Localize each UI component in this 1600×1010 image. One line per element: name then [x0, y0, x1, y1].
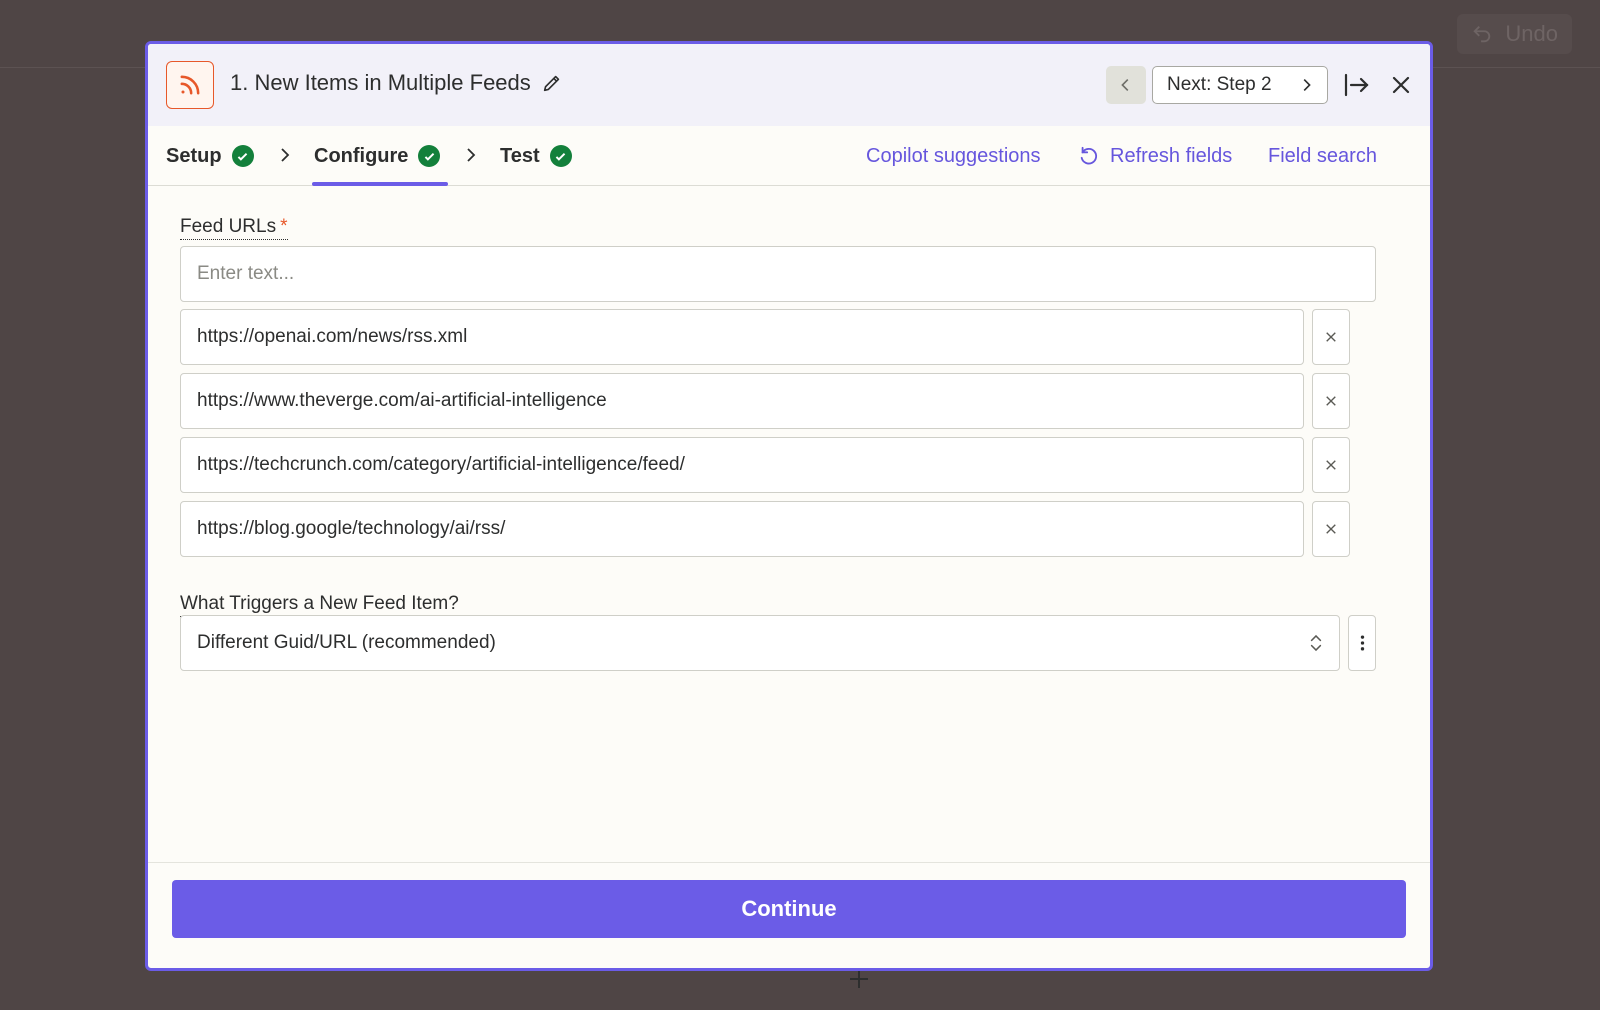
- trigger-selected-value: Different Guid/URL (recommended): [197, 632, 496, 653]
- rss-icon: [166, 61, 214, 109]
- more-vertical-icon: [1360, 635, 1364, 651]
- chevron-right-icon: [281, 148, 290, 162]
- step-config-modal: 1. New Items in Multiple Feeds Next: Ste…: [145, 41, 1433, 971]
- feed-urls-label-text: Feed URLs: [180, 216, 277, 237]
- continue-label: Continue: [741, 896, 837, 921]
- field-search-link[interactable]: Field search: [1268, 126, 1377, 186]
- modal-footer: Continue: [148, 862, 1430, 968]
- remove-feed-url-button[interactable]: [1312, 309, 1350, 365]
- remove-feed-url-button[interactable]: [1312, 373, 1350, 429]
- tab-configure[interactable]: Configure: [314, 126, 441, 186]
- chevron-right-icon: [1303, 79, 1311, 91]
- tab-test[interactable]: Test: [500, 126, 572, 186]
- next-step-label: Next: Step 2: [1167, 74, 1272, 95]
- field-options-button[interactable]: [1348, 615, 1376, 671]
- tab-test-label: Test: [500, 144, 540, 167]
- feed-url-value: https://www.theverge.com/ai-artificial-i…: [197, 390, 607, 411]
- feed-url-input[interactable]: https://www.theverge.com/ai-artificial-i…: [180, 373, 1304, 429]
- refresh-fields-label: Refresh fields: [1110, 144, 1233, 167]
- pencil-icon[interactable]: [541, 72, 563, 94]
- step-title[interactable]: 1. New Items in Multiple Feeds: [230, 70, 563, 96]
- field-search-label: Field search: [1268, 144, 1377, 167]
- undo-icon: [1473, 26, 1491, 43]
- remove-feed-url-button[interactable]: [1312, 501, 1350, 557]
- expand-panel-icon[interactable]: [1342, 70, 1372, 100]
- remove-feed-url-button[interactable]: [1312, 437, 1350, 493]
- feed-url-value: https://techcrunch.com/category/artifici…: [197, 454, 685, 475]
- tab-configure-label: Configure: [314, 144, 409, 167]
- check-icon: [231, 145, 254, 167]
- feed-url-input[interactable]: https://techcrunch.com/category/artifici…: [180, 437, 1304, 493]
- chevron-left-icon: [1121, 79, 1129, 91]
- refresh-fields-button[interactable]: Refresh fields: [1078, 126, 1232, 186]
- copilot-suggestions-label: Copilot suggestions: [866, 144, 1041, 167]
- chevron-right-icon: [467, 148, 476, 162]
- tab-setup[interactable]: Setup: [166, 126, 254, 186]
- required-mark: *: [280, 216, 288, 237]
- copilot-suggestions-link[interactable]: Copilot suggestions: [866, 126, 1041, 186]
- close-icon: [1326, 396, 1336, 406]
- tab-setup-label: Setup: [166, 144, 222, 167]
- active-tab-indicator: [312, 182, 448, 186]
- check-icon: [549, 145, 572, 167]
- feed-url-value: https://openai.com/news/rss.xml: [197, 326, 468, 347]
- step-title-text: 1. New Items in Multiple Feeds: [230, 70, 531, 95]
- feed-url-placeholder: Enter text...: [197, 263, 295, 284]
- check-icon: [418, 145, 441, 167]
- close-icon[interactable]: [1390, 74, 1412, 96]
- feed-url-input[interactable]: https://blog.google/technology/ai/rss/: [180, 501, 1304, 557]
- step-tabs: Setup Configure Test Copilot suggestions: [148, 126, 1430, 186]
- feed-urls-label: Feed URLs *: [180, 216, 288, 240]
- feed-url-input[interactable]: https://openai.com/news/rss.xml: [180, 309, 1304, 365]
- close-icon: [1326, 460, 1336, 470]
- refresh-icon: [1080, 146, 1097, 165]
- continue-button[interactable]: Continue: [172, 880, 1406, 938]
- add-step-plus-icon[interactable]: [848, 968, 870, 990]
- undo-button[interactable]: Undo: [1457, 14, 1572, 54]
- feed-url-value: https://blog.google/technology/ai/rss/: [197, 518, 506, 539]
- chevron-up-down-icon: [1310, 634, 1322, 652]
- trigger-select[interactable]: Different Guid/URL (recommended): [180, 615, 1340, 671]
- feed-url-new-input[interactable]: Enter text...: [180, 246, 1376, 302]
- close-icon: [1326, 524, 1336, 534]
- close-icon: [1326, 332, 1336, 342]
- trigger-label: What Triggers a New Feed Item?: [180, 593, 459, 617]
- trigger-label-text: What Triggers a New Feed Item?: [180, 593, 459, 614]
- next-step-button[interactable]: Next: Step 2: [1152, 66, 1328, 104]
- undo-label: Undo: [1505, 21, 1558, 46]
- previous-step-button[interactable]: [1106, 66, 1146, 104]
- modal-header: 1. New Items in Multiple Feeds Next: Ste…: [148, 44, 1430, 126]
